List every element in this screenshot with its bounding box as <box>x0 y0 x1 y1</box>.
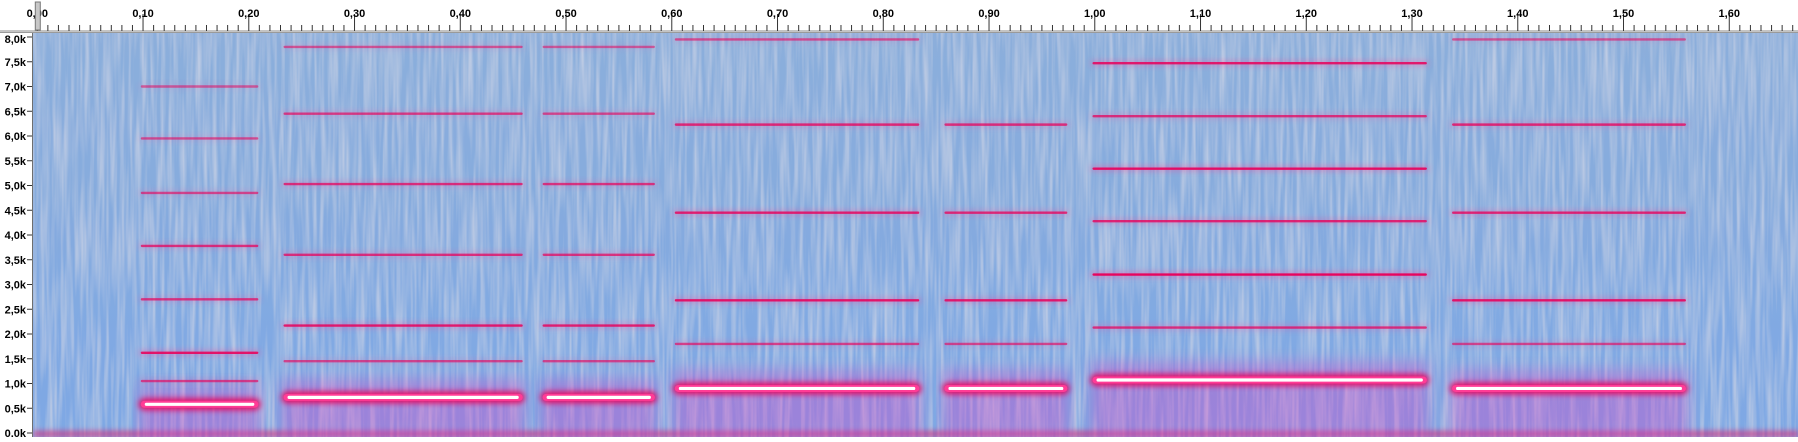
x-tick-label: 1,40 <box>1507 8 1528 20</box>
y-tick-label: 5,0k <box>5 181 27 193</box>
harmonic-line <box>944 299 1068 302</box>
frequency-axis-svg: 8,0k 7,5k 7,0k 6,5k 6,0k 5,5k 5,0k 4,5k 4,0k 3,5k… <box>5 34 32 440</box>
fundamental-core <box>948 386 1064 391</box>
harmonic-line <box>283 45 523 49</box>
harmonic-line <box>944 342 1068 346</box>
x-tick-label: 0,70 <box>767 8 788 20</box>
y-tick-label: 6,5k <box>5 106 27 118</box>
y-tick-label: 5,5k <box>5 156 27 168</box>
harmonic-line <box>674 299 920 302</box>
y-tick-label: 2,5k <box>5 304 27 316</box>
harmonic-line <box>140 137 259 140</box>
harmonic-line <box>944 123 1068 126</box>
x-tick-label: 0,40 <box>450 8 471 20</box>
harmonic-line <box>140 244 259 248</box>
harmonic-line <box>283 182 523 186</box>
y-tick-label: 8,0k <box>5 34 27 46</box>
time-ruler-svg: 0,000,100,200,300,400,500,600,700,800,90… <box>0 1 1798 32</box>
harmonic-line <box>674 342 920 346</box>
harmonic-line <box>674 123 920 126</box>
y-tick-label: 6,0k <box>5 131 27 143</box>
harmonic-line <box>1092 167 1427 170</box>
x-tick-label: 1,00 <box>1084 8 1105 20</box>
harmonic-line <box>283 360 523 363</box>
y-tick-label: 4,5k <box>5 205 27 217</box>
harmonic-line <box>140 351 259 355</box>
x-tick-label: 0,20 <box>238 8 259 20</box>
note-noise-cloud <box>1450 370 1688 437</box>
harmonic-line <box>944 211 1068 214</box>
note-noise-cloud <box>942 370 1070 437</box>
note-noise-cloud <box>1090 362 1429 437</box>
harmonic-line <box>1092 115 1427 118</box>
fundamental-core <box>678 386 916 391</box>
harmonic-line <box>542 182 655 186</box>
harmonic-line <box>1452 342 1686 346</box>
harmonic-line <box>1452 38 1686 41</box>
harmonic-line <box>542 324 655 327</box>
harmonic-line <box>140 191 259 195</box>
y-tick-label: 3,0k <box>5 280 27 292</box>
time-ruler[interactable]: 0,000,100,200,300,400,500,600,700,800,90… <box>0 0 1798 33</box>
x-tick-label: 1,20 <box>1296 8 1317 20</box>
playhead-marker[interactable] <box>34 1 41 31</box>
x-tick-label: 0,80 <box>873 8 894 20</box>
y-tick-label: 7,0k <box>5 82 27 94</box>
y-tick-label: 0,5k <box>5 403 27 415</box>
spectrogram-plot[interactable] <box>32 33 1798 437</box>
harmonic-line <box>542 360 655 363</box>
harmonic-line <box>1092 326 1427 329</box>
harmonic-line <box>1092 273 1427 276</box>
fundamental-core <box>546 395 651 399</box>
y-tick-label: 3,5k <box>5 255 27 267</box>
x-tick-label: 0,50 <box>555 8 576 20</box>
y-tick-label: 2,0k <box>5 329 27 341</box>
note-noise-cloud <box>540 379 657 437</box>
y-tick-label: 1,5k <box>5 354 27 366</box>
fundamental-core <box>287 395 519 399</box>
x-tick-label: 0,60 <box>661 8 682 20</box>
x-tick-label: 1,10 <box>1190 8 1211 20</box>
x-tick-label: 1,30 <box>1401 8 1422 20</box>
x-tick-label: 0,90 <box>978 8 999 20</box>
x-tick-label: 1,50 <box>1613 8 1634 20</box>
harmonic-line <box>283 253 523 256</box>
harmonic-line <box>1452 299 1686 302</box>
harmonic-line <box>140 298 259 301</box>
harmonic-line <box>283 112 523 115</box>
fundamental-core <box>1096 378 1423 382</box>
harmonic-line <box>542 112 655 115</box>
harmonic-line <box>140 379 259 383</box>
frequency-axis: 8,0k 7,5k 7,0k 6,5k 6,0k 5,5k 5,0k 4,5k 4,0k 3,5k… <box>0 33 32 440</box>
note-noise-cloud <box>281 379 525 437</box>
harmonic-line <box>674 211 920 214</box>
harmonic-line <box>674 38 920 41</box>
harmonic-line <box>283 324 523 327</box>
x-tick-label: 1,60 <box>1719 8 1740 20</box>
harmonic-line <box>1452 211 1686 214</box>
harmonic-line <box>1452 123 1686 126</box>
harmonic-line <box>542 45 655 49</box>
fundamental-core <box>1456 386 1682 391</box>
x-tick-label: 0,10 <box>132 8 153 20</box>
y-tick-label: 1,0k <box>5 379 27 391</box>
harmonic-line <box>1092 62 1427 65</box>
harmonic-line <box>542 253 655 256</box>
fundamental-core <box>144 402 255 406</box>
y-tick-label: 4,0k <box>5 230 27 242</box>
x-tick-label: 0,30 <box>344 8 365 20</box>
harmonic-line <box>140 85 259 88</box>
note-noise-cloud <box>672 370 922 437</box>
note-noise-cloud <box>138 386 261 437</box>
harmonic-line <box>1092 219 1427 223</box>
spectrogram-svg <box>33 33 1798 437</box>
y-tick-label: 0,0k <box>5 428 27 437</box>
y-tick-label: 7,5k <box>5 57 27 69</box>
